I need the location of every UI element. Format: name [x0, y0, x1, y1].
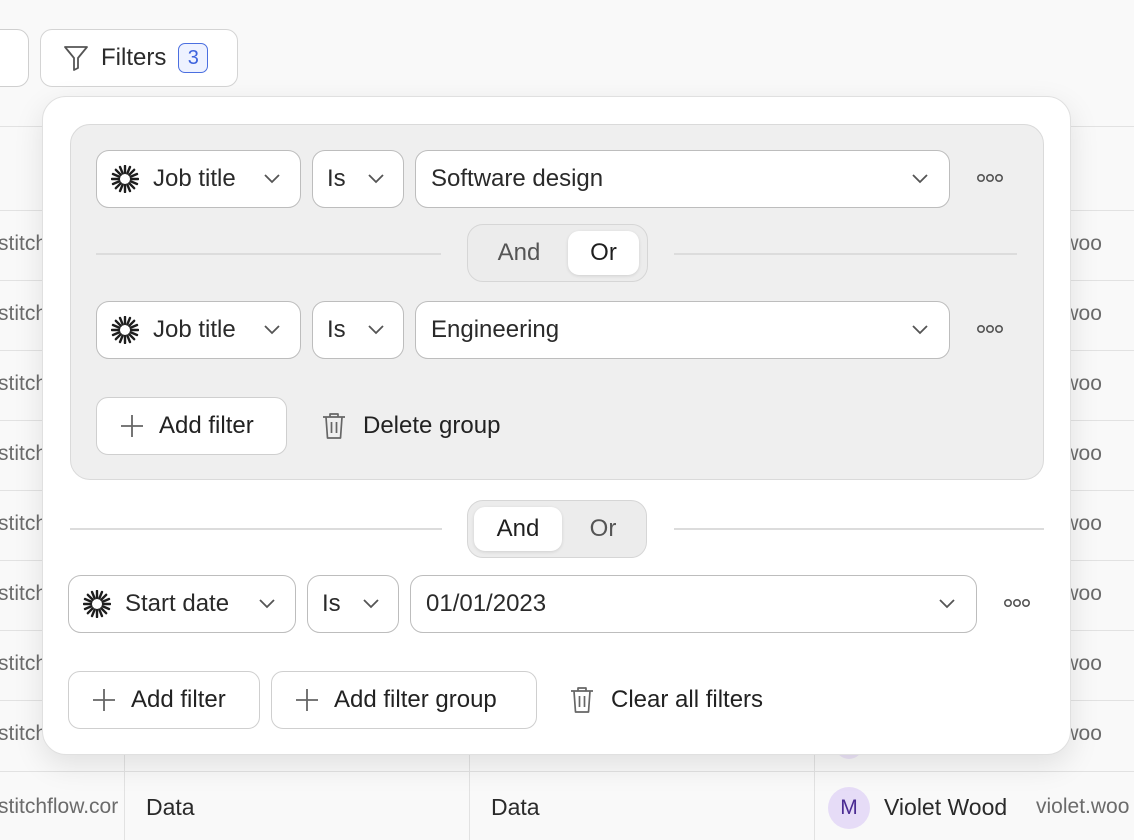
trash-icon	[323, 413, 345, 439]
field-select-label: Start date	[125, 590, 230, 617]
table-cell: stitch	[0, 372, 48, 395]
operator-select-label: Is	[322, 590, 341, 617]
trash-icon	[571, 687, 593, 713]
clear-all-filters-label: Clear all filters	[611, 686, 764, 713]
table-cell: stitch	[0, 442, 48, 465]
add-filter-group-button[interactable]: Add filter group	[271, 671, 537, 729]
chevron-down-icon	[264, 325, 280, 335]
divider	[674, 253, 1017, 255]
more-options-icon[interactable]	[976, 324, 1004, 334]
add-filter-button[interactable]: Add filter	[68, 671, 260, 729]
chevron-down-icon	[912, 325, 928, 335]
funnel-icon	[64, 46, 88, 71]
clear-all-filters-button[interactable]: Clear all filters	[569, 671, 763, 729]
chevron-down-icon	[363, 599, 379, 609]
email-cell: stitchflow.cor	[0, 795, 119, 818]
group-add-filter-button[interactable]: Add filter	[96, 397, 287, 455]
delete-group-button[interactable]: Delete group	[321, 397, 500, 455]
user-name: Violet Wood	[884, 794, 1008, 820]
table-cell: Data	[491, 794, 540, 820]
table-cell: Data	[146, 794, 195, 820]
email-cell: violet.woo	[1036, 795, 1130, 818]
plus-icon	[121, 415, 143, 437]
conjunction-and[interactable]: And	[474, 507, 562, 551]
conjunction-toggle: And Or	[467, 500, 647, 558]
value-select-label: 01/01/2023	[426, 590, 547, 617]
operator-select-label: Is	[327, 165, 346, 192]
operator-select[interactable]: Is	[307, 575, 399, 633]
divider	[96, 253, 441, 255]
more-options-icon[interactable]	[976, 173, 1004, 183]
plus-icon	[296, 689, 318, 711]
chevron-down-icon	[912, 174, 928, 184]
value-select[interactable]: Engineering	[415, 301, 950, 359]
more-options-icon[interactable]	[1003, 598, 1031, 608]
filters-popover: Job title Is Software design And Or Job …	[42, 96, 1071, 755]
field-select[interactable]: Job title	[96, 301, 301, 359]
divider	[70, 528, 442, 530]
value-select-label: Engineering	[431, 316, 560, 343]
table-cell: stitch	[0, 232, 48, 255]
operator-select[interactable]: Is	[312, 301, 404, 359]
table-cell: stitch	[0, 722, 48, 745]
chevron-down-icon	[939, 599, 955, 609]
add-filter-label: Add filter	[131, 686, 226, 713]
value-select-label: Software design	[431, 165, 604, 192]
plus-icon	[93, 689, 115, 711]
value-select[interactable]: Software design	[415, 150, 950, 208]
table-cell: stitch	[0, 582, 48, 605]
search-input[interactable]	[0, 29, 29, 87]
conjunction-or[interactable]: Or	[566, 507, 640, 551]
avatar: M	[828, 787, 870, 829]
add-filter-group-label: Add filter group	[334, 686, 497, 713]
sparkle-icon	[111, 165, 139, 193]
conjunction-toggle: And Or	[467, 224, 648, 282]
chevron-down-icon	[264, 174, 280, 184]
sparkle-icon	[111, 316, 139, 344]
operator-select-label: Is	[327, 316, 346, 343]
filters-label: Filters	[101, 44, 167, 71]
chevron-down-icon	[368, 325, 384, 335]
table-cell: stitch	[0, 652, 48, 675]
value-select[interactable]: 01/01/2023	[410, 575, 977, 633]
chevron-down-icon	[259, 599, 275, 609]
filter-group: Job title Is Software design And Or Job …	[70, 124, 1044, 480]
field-select[interactable]: Job title	[96, 150, 301, 208]
conjunction-or[interactable]: Or	[568, 231, 639, 275]
table-divider	[0, 771, 1134, 772]
filter-count-badge: 3	[178, 43, 209, 73]
conjunction-and[interactable]: And	[474, 231, 564, 275]
operator-select[interactable]: Is	[312, 150, 404, 208]
sparkle-icon	[83, 590, 111, 618]
field-select-label: Job title	[153, 316, 236, 343]
table-cell: stitch	[0, 302, 48, 325]
filters-button[interactable]: Filters 3	[40, 29, 238, 87]
group-add-filter-label: Add filter	[159, 412, 254, 439]
divider	[674, 528, 1044, 530]
field-select[interactable]: Start date	[68, 575, 296, 633]
field-select-label: Job title	[153, 165, 236, 192]
delete-group-label: Delete group	[363, 412, 501, 439]
table-cell: stitch	[0, 512, 48, 535]
chevron-down-icon	[368, 174, 384, 184]
